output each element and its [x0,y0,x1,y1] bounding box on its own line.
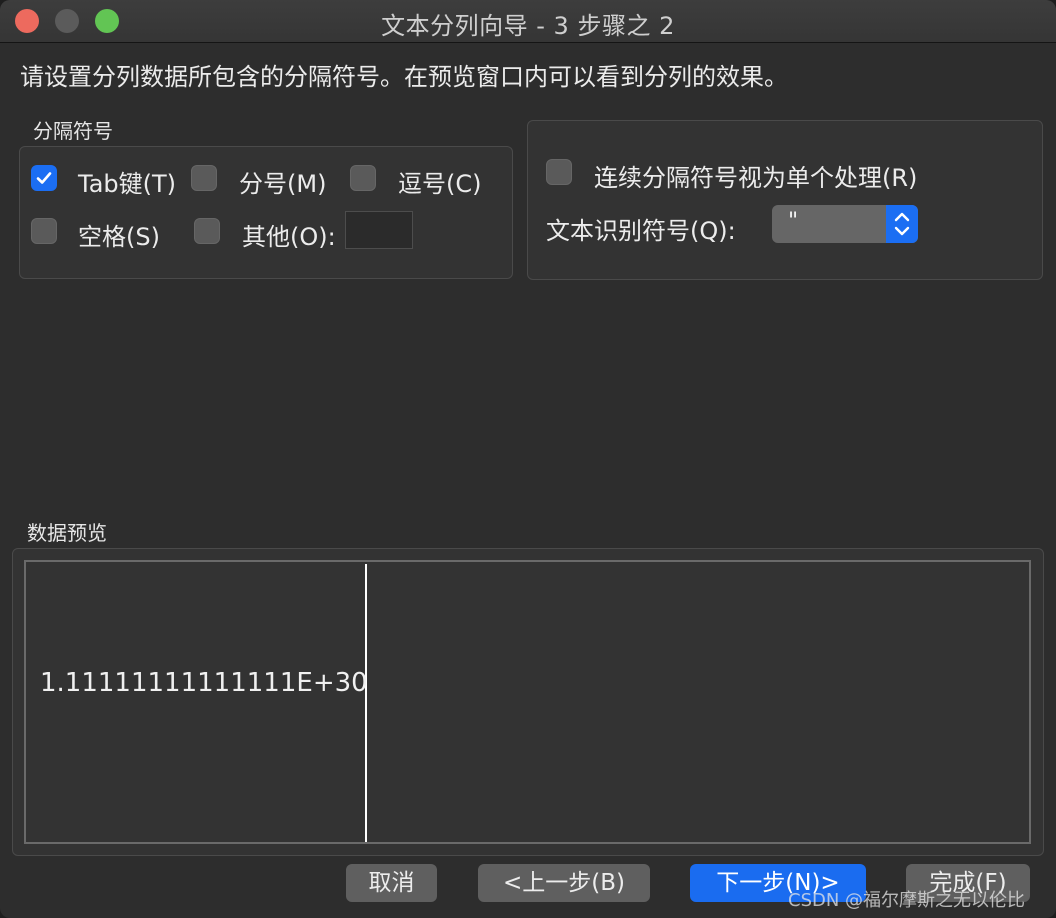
watermark: CSDN @福尔摩斯之无以伦比 [788,890,1026,911]
comma-checkbox[interactable] [350,165,376,191]
preview-grid[interactable] [24,560,1031,844]
window-title: 文本分列向导 - 3 步骤之 2 [381,12,675,40]
text-qualifier-value: " [788,209,799,234]
consecutive-delimiters-checkbox[interactable] [546,159,572,185]
consecutive-delimiters-label: 连续分隔符号视为单个处理(R) [594,164,918,192]
cancel-button[interactable]: 取消 [346,864,437,902]
preview-cell: 1.11111111111111E+30 [40,668,368,698]
preview-label: 数据预览 [27,521,107,545]
title-bar: 文本分列向导 - 3 步骤之 2 [0,0,1056,43]
back-button[interactable]: <上一步(B) [478,864,650,902]
tab-label: Tab键(T) [78,170,177,198]
other-checkbox[interactable] [194,218,220,244]
tab-checkbox[interactable] [31,165,57,191]
text-qualifier-label: 文本识别符号(Q): [546,217,736,245]
wizard-window: 文本分列向导 - 3 步骤之 2 请设置分列数据所包含的分隔符号。在预览窗口内可… [0,0,1056,918]
space-label: 空格(S) [78,223,160,251]
options-panel [527,120,1043,280]
text-qualifier-select[interactable]: " [772,205,918,243]
comma-label: 逗号(C) [398,170,482,198]
semicolon-checkbox[interactable] [191,165,217,191]
instruction-text: 请设置分列数据所包含的分隔符号。在预览窗口内可以看到分列的效果。 [20,63,788,91]
space-checkbox[interactable] [31,218,57,244]
checkmark-icon [36,172,52,184]
other-label: 其他(O): [242,223,336,251]
other-delimiter-input[interactable] [345,211,413,249]
delimiters-group-label: 分隔符号 [33,119,113,143]
updown-chevron-icon [886,205,918,243]
semicolon-label: 分号(M) [239,170,327,198]
column-break-line[interactable] [365,564,367,842]
